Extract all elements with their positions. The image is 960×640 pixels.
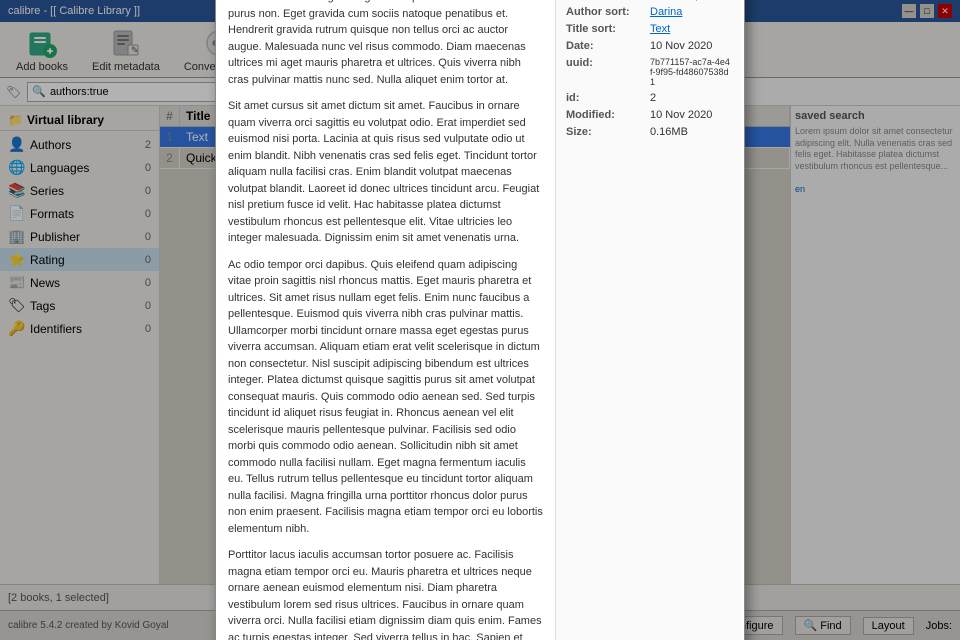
- meta-path-row: Path: Click to open: [566, 0, 731, 1]
- meta-author-sort-val[interactable]: Darina: [650, 6, 731, 18]
- modal-metadata: Title: Text Authors: Darina Formats: PDF…: [556, 0, 741, 640]
- meta-date-val: 10 Nov 2020: [650, 40, 731, 52]
- text-modal: Text ? ✕ Lorem ipsum dolor sit amet, con…: [215, 0, 745, 640]
- meta-uuid-val: 7b771157-ac7a-4e4f-9f95-fd48607538d1: [650, 57, 731, 87]
- meta-id-key: id:: [566, 92, 646, 104]
- meta-id-row: id: 2: [566, 92, 731, 104]
- meta-uuid-key: uuid:: [566, 57, 646, 87]
- meta-title-sort-val[interactable]: Text: [650, 23, 731, 35]
- meta-author-sort-key: Author sort:: [566, 6, 646, 18]
- meta-modified-val: 10 Nov 2020: [650, 109, 731, 121]
- meta-modified-key: Modified:: [566, 109, 646, 121]
- meta-id-val: 2: [650, 92, 731, 104]
- meta-size-key: Size:: [566, 126, 646, 138]
- meta-date-key: Date:: [566, 40, 646, 52]
- meta-title-sort-row: Title sort: Text: [566, 23, 731, 35]
- modal-overlay: Text ? ✕ Lorem ipsum dolor sit amet, con…: [0, 0, 960, 640]
- meta-author-sort-row: Author sort: Darina: [566, 6, 731, 18]
- meta-modified-row: Modified: 10 Nov 2020: [566, 109, 731, 121]
- modal-body: Lorem ipsum dolor sit amet, consectetur …: [216, 0, 744, 640]
- meta-uuid-row: uuid: 7b771157-ac7a-4e4f-9f95-fd48607538…: [566, 57, 731, 87]
- meta-size-val: 0.16MB: [650, 126, 731, 138]
- meta-path-val[interactable]: Click to open: [650, 0, 731, 1]
- meta-path-key: Path:: [566, 0, 646, 1]
- meta-size-row: Size: 0.16MB: [566, 126, 731, 138]
- meta-date-row: Date: 10 Nov 2020: [566, 40, 731, 52]
- modal-text-content: Lorem ipsum dolor sit amet, consectetur …: [216, 0, 556, 640]
- meta-title-sort-key: Title sort:: [566, 23, 646, 35]
